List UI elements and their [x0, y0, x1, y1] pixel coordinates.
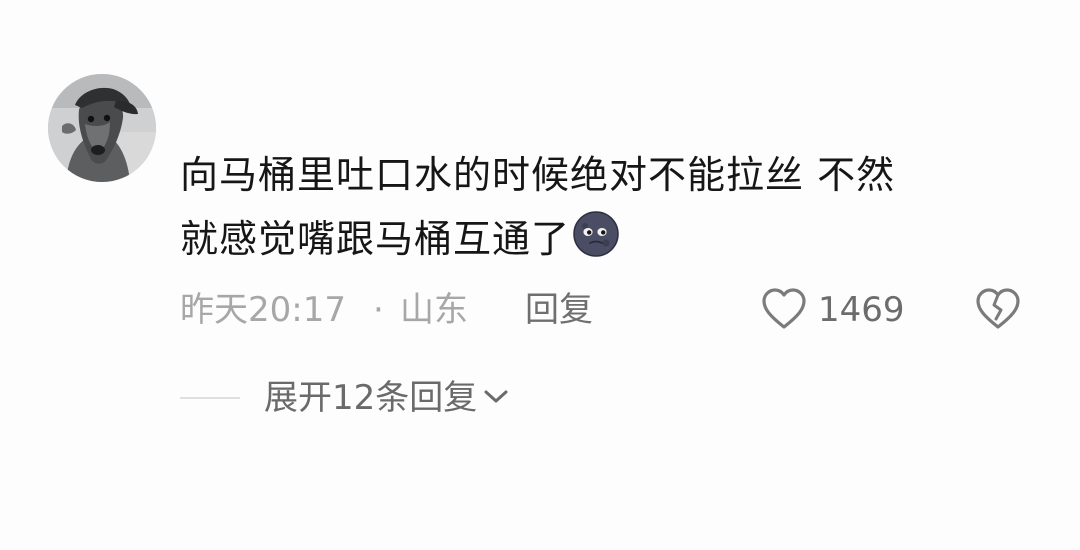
comment-item: 向马桶里吐口水的时候绝对不能拉丝 不然 就感觉嘴跟马桶互通了 昨天20:17 ·…	[0, 0, 1080, 550]
comment-time: 昨天20:17	[180, 290, 346, 330]
chevron-down-icon	[484, 390, 508, 403]
dog-avatar-icon	[48, 74, 156, 182]
avatar[interactable]	[48, 74, 156, 182]
reply-button[interactable]: 回复	[525, 284, 593, 336]
broken-heart-icon[interactable]	[974, 286, 1022, 332]
expand-replies-button[interactable]: 展开12条回复	[264, 373, 511, 423]
heart-outline-icon	[762, 288, 806, 329]
comment-location: 山东	[400, 290, 468, 330]
meta-separator: ·	[373, 290, 384, 330]
comment-text: 向马桶里吐口水的时候绝对不能拉丝 不然 就感觉嘴跟马桶互通了	[180, 143, 1020, 271]
like-count: 1469	[818, 290, 905, 330]
divider-line	[180, 397, 240, 399]
comment-text-line-2-text: 就感觉嘴跟马桶互通了	[180, 217, 571, 261]
new-moon-face-icon	[573, 211, 619, 257]
comment-text-line-2: 就感觉嘴跟马桶互通了	[180, 207, 1020, 271]
expand-replies-label: 展开12条回复	[264, 378, 478, 418]
comment-text-line-1: 向马桶里吐口水的时候绝对不能拉丝 不然	[180, 153, 896, 197]
comment-meta: 昨天20:17 · 山东 回复 1469	[180, 284, 1040, 336]
